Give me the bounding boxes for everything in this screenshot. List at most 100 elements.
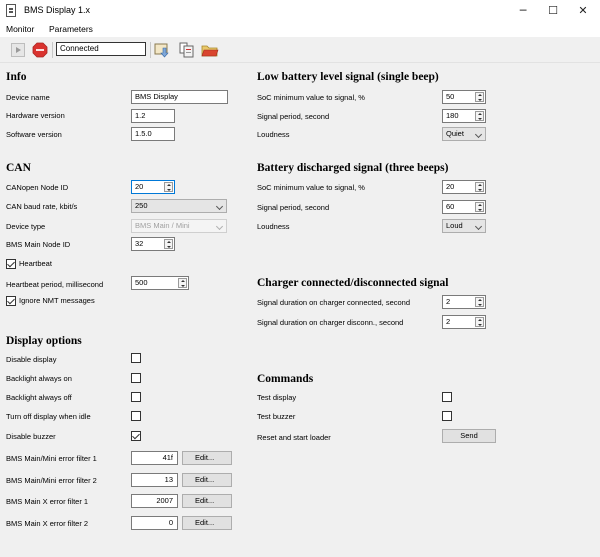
- low-battery-loudness-select[interactable]: Quiet: [442, 127, 486, 141]
- close-button[interactable]: ✕: [568, 0, 598, 21]
- play-icon: [11, 43, 25, 57]
- spin-arrows-icon[interactable]: [475, 92, 484, 102]
- minimize-button[interactable]: ─: [508, 0, 538, 21]
- info-section-title: Info: [6, 71, 27, 83]
- charger-connected-spinbox[interactable]: 2: [442, 295, 486, 309]
- charger-section-title: Charger connected/disconnected signal: [257, 277, 449, 289]
- spin-arrows-icon[interactable]: [475, 111, 484, 121]
- bms-main-node-id-spinbox[interactable]: 32: [131, 237, 175, 251]
- toolbar-separator: [150, 42, 151, 58]
- device-type-value: BMS Main / Mini: [135, 221, 190, 230]
- reset-label: Reset and start loader: [257, 433, 331, 442]
- hardware-version-label: Hardware version: [6, 111, 65, 120]
- discharged-soc-value: 20: [446, 182, 455, 191]
- spin-arrows-icon[interactable]: [475, 317, 484, 327]
- discharged-period-spinbox[interactable]: 60: [442, 200, 486, 214]
- spin-arrows-icon[interactable]: [164, 239, 173, 249]
- baud-rate-select[interactable]: 250: [131, 199, 227, 213]
- charger-connected-value: 2: [446, 297, 451, 306]
- spin-arrows-icon[interactable]: [178, 278, 187, 288]
- x-filter2-edit-button[interactable]: Edit...: [182, 516, 232, 530]
- spin-arrows-icon[interactable]: [164, 182, 173, 192]
- can-section-title: CAN: [6, 162, 31, 174]
- node-id-label: CANopen Node ID: [6, 183, 69, 192]
- stop-icon: [32, 42, 48, 58]
- test-buzzer-label: Test buzzer: [257, 412, 296, 421]
- maximize-button[interactable]: ☐: [538, 0, 568, 21]
- filter1-label: BMS Main/Mini error filter 1: [6, 454, 97, 463]
- connection-status-field: Connected: [56, 42, 146, 56]
- low-battery-soc-spinbox[interactable]: 50: [442, 90, 486, 104]
- x-filter2-field[interactable]: 0: [131, 516, 178, 530]
- heartbeat-period-value: 500: [135, 278, 148, 287]
- ignore-nmt-label: Ignore NMT messages: [19, 296, 95, 305]
- send-button[interactable]: Send: [442, 429, 496, 443]
- software-version-field[interactable]: 1.5.0: [131, 127, 175, 141]
- download-to-device-button[interactable]: [153, 41, 173, 59]
- menu-parameters[interactable]: Parameters: [49, 24, 93, 34]
- device-name-field[interactable]: BMS Display: [131, 90, 228, 104]
- window-title: BMS Display 1.x: [24, 5, 91, 15]
- open-folder-button[interactable]: [200, 41, 220, 59]
- discharged-soc-label: SoC minimum value to signal, %: [257, 183, 365, 192]
- upload-from-device-button[interactable]: [178, 41, 198, 59]
- discharged-loudness-value: Loud: [446, 221, 463, 230]
- node-id-spinbox[interactable]: 20: [131, 180, 175, 194]
- x-filter1-edit-button[interactable]: Edit...: [182, 494, 232, 508]
- display-options-section-title: Display options: [6, 335, 82, 347]
- spin-arrows-icon[interactable]: [475, 202, 484, 212]
- discharged-period-label: Signal period, second: [257, 203, 330, 212]
- test-buzzer-checkbox[interactable]: [442, 411, 452, 421]
- chevron-down-icon: [215, 222, 224, 231]
- toolbar-separator: [52, 42, 53, 58]
- open-folder-icon: [201, 45, 219, 57]
- heartbeat-label: Heartbeat: [19, 259, 52, 268]
- bms-main-node-id-label: BMS Main Node ID: [6, 240, 71, 249]
- node-id-value: 20: [135, 182, 144, 191]
- x-filter1-field[interactable]: 2007: [131, 494, 178, 508]
- turn-off-idle-checkbox[interactable]: [131, 411, 141, 421]
- discharged-section-title: Battery discharged signal (three beeps): [257, 162, 449, 174]
- charger-disconnected-spinbox[interactable]: 2: [442, 315, 486, 329]
- disable-buzzer-label: Disable buzzer: [6, 432, 56, 441]
- disable-display-checkbox[interactable]: [131, 353, 141, 363]
- low-battery-period-spinbox[interactable]: 180: [442, 109, 486, 123]
- discharged-soc-spinbox[interactable]: 20: [442, 180, 486, 194]
- heartbeat-period-spinbox[interactable]: 500: [131, 276, 189, 290]
- ignore-nmt-checkbox[interactable]: [6, 296, 16, 306]
- app-document-icon: [6, 4, 16, 17]
- backlight-off-checkbox[interactable]: [131, 392, 141, 402]
- chevron-down-icon: [215, 202, 224, 211]
- play-button[interactable]: [8, 41, 28, 59]
- discharged-period-value: 60: [446, 202, 455, 211]
- spin-arrows-icon[interactable]: [475, 297, 484, 307]
- heartbeat-checkbox[interactable]: [6, 259, 16, 269]
- backlight-off-label: Backlight always off: [6, 393, 72, 402]
- menu-bar: Monitor Parameters: [0, 21, 600, 37]
- bms-main-node-id-value: 32: [135, 239, 144, 248]
- menu-monitor[interactable]: Monitor: [6, 24, 34, 34]
- hardware-version-field[interactable]: 1.2: [131, 109, 175, 123]
- filter2-edit-button[interactable]: Edit...: [182, 473, 232, 487]
- x-filter2-label: BMS Main X error filter 2: [6, 519, 89, 528]
- device-name-label: Device name: [6, 93, 50, 102]
- backlight-on-label: Backlight always on: [6, 374, 72, 383]
- device-type-label: Device type: [6, 222, 46, 231]
- disable-buzzer-checkbox[interactable]: [131, 431, 141, 441]
- low-battery-soc-value: 50: [446, 92, 455, 101]
- spin-arrows-icon[interactable]: [475, 182, 484, 192]
- backlight-on-checkbox[interactable]: [131, 373, 141, 383]
- filter2-field[interactable]: 13: [131, 473, 178, 487]
- filter1-edit-button[interactable]: Edit...: [182, 451, 232, 465]
- device-type-select: BMS Main / Mini: [131, 219, 227, 233]
- low-battery-period-value: 180: [446, 111, 459, 120]
- test-display-label: Test display: [257, 393, 297, 402]
- discharged-loudness-select[interactable]: Loud: [442, 219, 486, 233]
- chevron-down-icon: [474, 222, 483, 231]
- chevron-down-icon: [474, 130, 483, 139]
- software-version-label: Software version: [6, 130, 62, 139]
- title-bar: BMS Display 1.x ─ ☐ ✕: [0, 0, 600, 21]
- filter1-field[interactable]: 41f: [131, 451, 178, 465]
- stop-button[interactable]: [30, 41, 50, 59]
- test-display-checkbox[interactable]: [442, 392, 452, 402]
